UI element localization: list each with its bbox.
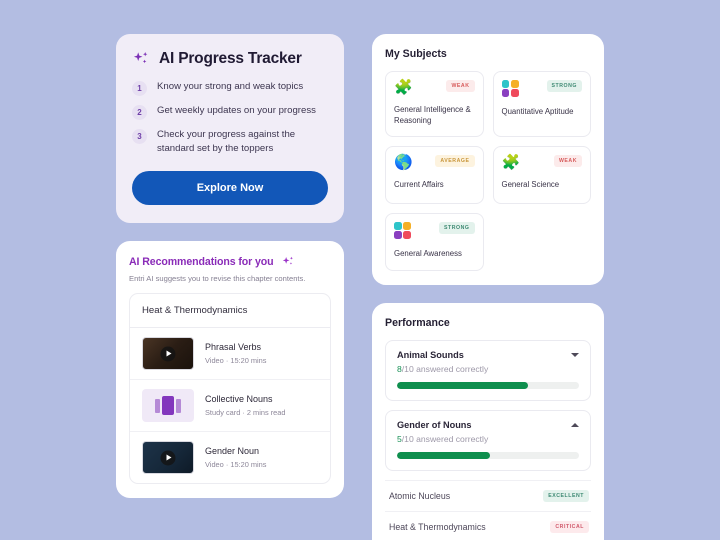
status-badge: WEAK bbox=[553, 154, 582, 167]
performance-panel: Performance Animal Sounds 8/10 answered … bbox=[372, 302, 604, 540]
score-suffix: /10 answered correctly bbox=[401, 363, 489, 374]
performance-title: Performance bbox=[385, 316, 450, 329]
status-badge: CRITICAL bbox=[550, 520, 589, 533]
step-number: 2 bbox=[132, 105, 147, 120]
chapter-title: Heat & Thermodynamics bbox=[130, 294, 330, 329]
tracker-title: AI Progress Tracker bbox=[159, 50, 302, 67]
progress-bar-track bbox=[397, 381, 579, 389]
tracker-step: 2 Get weekly updates on your progress bbox=[132, 104, 328, 120]
performance-score: 8/10 answered correctly bbox=[397, 364, 579, 374]
color-grid-icon bbox=[394, 221, 411, 239]
subject-card-top: 🧩 WEAK bbox=[394, 80, 475, 95]
performance-expanded-card[interactable]: Animal Sounds 8/10 answered correctly bbox=[385, 339, 591, 401]
chevron-down-icon[interactable] bbox=[571, 352, 579, 357]
step-number: 1 bbox=[132, 81, 147, 96]
sparkle-icon bbox=[281, 255, 295, 269]
progress-bar-track bbox=[397, 451, 579, 459]
recommendation-text: Phrasal Verbs Video · 15:20 mins bbox=[205, 342, 267, 365]
performance-card-header[interactable]: Gender of Nouns bbox=[397, 420, 579, 430]
performance-score: 5/10 answered correctly bbox=[397, 434, 579, 444]
status-badge: AVERAGE bbox=[435, 154, 475, 167]
recommendations-list: Heat & Thermodynamics Phrasal Verbs Vide… bbox=[129, 293, 331, 485]
subject-name: Quantitative Aptitude bbox=[501, 107, 574, 116]
step-number: 3 bbox=[132, 129, 147, 144]
app-root: AI Progress Tracker 1 Know your strong a… bbox=[0, 0, 720, 540]
card-left-shape bbox=[155, 398, 160, 413]
step-text: Know your strong and weak topics bbox=[157, 81, 304, 92]
card-center-shape bbox=[162, 396, 174, 416]
right-column: My Subjects 🧩 WEAK General Intelligence … bbox=[372, 34, 604, 540]
recommendation-item[interactable]: Collective Nouns Study card · 2 mins rea… bbox=[130, 380, 330, 433]
subject-card-top: 🌎 AVERAGE bbox=[394, 153, 475, 171]
performance-card-header[interactable]: Animal Sounds bbox=[397, 350, 579, 360]
progress-bar-fill bbox=[397, 381, 529, 389]
play-icon bbox=[160, 450, 176, 466]
subject-name: General Intelligence & Reasoning bbox=[394, 105, 471, 125]
recommendation-text: Gender Noun Video · 15:20 mins bbox=[205, 446, 267, 469]
video-thumbnail[interactable] bbox=[142, 337, 194, 371]
my-subjects-title: My Subjects bbox=[385, 48, 447, 60]
recommendation-meta: Video · 15:20 mins bbox=[205, 356, 267, 366]
step-text: Get weekly updates on your progress bbox=[157, 105, 316, 116]
subject-name: General Awareness bbox=[394, 248, 462, 258]
subject-card-top: STRONG bbox=[501, 80, 582, 97]
color-grid-icon bbox=[501, 80, 519, 97]
subjects-grid: 🧩 WEAK General Intelligence & Reasoning … bbox=[385, 71, 591, 271]
performance-topic-name: Heat & Thermodynamics bbox=[389, 521, 486, 532]
sparkle-icon bbox=[132, 50, 150, 68]
progress-bar-fill bbox=[397, 451, 490, 459]
ai-progress-tracker-card: AI Progress Tracker 1 Know your strong a… bbox=[116, 34, 344, 224]
score-suffix: /10 answered correctly bbox=[401, 433, 489, 444]
performance-row[interactable]: Heat & Thermodynamics CRITICAL bbox=[385, 510, 591, 540]
recommendation-item[interactable]: Gender Noun Video · 15:20 mins bbox=[130, 432, 330, 483]
recommendation-meta: Video · 15:20 mins bbox=[205, 460, 267, 470]
ai-recommendations-card: AI Recommendations for you Entri AI sugg… bbox=[116, 241, 344, 499]
subject-name: Current Affairs bbox=[394, 179, 444, 189]
tracker-steps-list: 1 Know your strong and weak topics 2 Get… bbox=[132, 80, 328, 155]
recommendations-header: AI Recommendations for you bbox=[129, 255, 331, 269]
subject-card[interactable]: 🧩 WEAK General Science bbox=[492, 145, 591, 204]
recommendations-subtitle: Entri AI suggests you to revise this cha… bbox=[129, 274, 306, 284]
recommendation-item[interactable]: Phrasal Verbs Video · 15:20 mins bbox=[130, 328, 330, 381]
status-badge: STRONG bbox=[439, 221, 475, 234]
globe-icon: 🌎 bbox=[394, 153, 413, 171]
performance-row[interactable]: Atomic Nucleus EXCELLENT bbox=[385, 479, 591, 511]
tracker-step: 3 Check your progress against the standa… bbox=[132, 128, 328, 155]
puzzle-piece-icon: 🧩 bbox=[394, 79, 413, 96]
subject-card[interactable]: STRONG General Awareness bbox=[385, 212, 484, 271]
status-badge: STRONG bbox=[546, 80, 582, 92]
subject-card[interactable]: 🌎 AVERAGE Current Affairs bbox=[385, 145, 484, 204]
play-icon bbox=[160, 346, 176, 362]
recommendation-title: Collective Nouns bbox=[205, 394, 273, 405]
recommendation-title: Phrasal Verbs bbox=[205, 342, 262, 353]
step-text: Check your progress against the standard… bbox=[157, 129, 296, 154]
performance-topic-name: Animal Sounds bbox=[397, 349, 464, 360]
subject-card[interactable]: STRONG Quantitative Aptitude bbox=[492, 71, 591, 137]
card-right-shape bbox=[176, 398, 181, 413]
puzzle-piece-icon: 🧩 bbox=[501, 153, 521, 171]
tracker-step: 1 Know your strong and weak topics bbox=[132, 80, 328, 96]
explore-now-button[interactable]: Explore Now bbox=[132, 171, 328, 206]
study-card-thumbnail[interactable] bbox=[142, 389, 194, 423]
left-column: AI Progress Tracker 1 Know your strong a… bbox=[116, 34, 344, 506]
my-subjects-panel: My Subjects 🧩 WEAK General Intelligence … bbox=[372, 34, 604, 285]
status-badge: WEAK bbox=[446, 80, 475, 92]
status-badge: EXCELLENT bbox=[543, 489, 589, 502]
subject-card-top: 🧩 WEAK bbox=[501, 153, 582, 171]
performance-topic-name: Atomic Nucleus bbox=[389, 490, 451, 501]
tracker-header: AI Progress Tracker bbox=[132, 50, 328, 68]
recommendation-title: Gender Noun bbox=[205, 446, 260, 457]
subject-card-top: STRONG bbox=[394, 221, 475, 239]
performance-topic-name: Gender of Nouns bbox=[397, 419, 472, 430]
video-thumbnail[interactable] bbox=[142, 441, 194, 475]
subject-card[interactable]: 🧩 WEAK General Intelligence & Reasoning bbox=[385, 71, 484, 137]
recommendations-title: AI Recommendations for you bbox=[129, 256, 274, 269]
performance-expanded-card[interactable]: Gender of Nouns 5/10 answered correctly bbox=[385, 409, 591, 471]
recommendation-text: Collective Nouns Study card · 2 mins rea… bbox=[205, 394, 286, 417]
subject-name: General Science bbox=[501, 179, 560, 189]
chevron-up-icon[interactable] bbox=[571, 422, 579, 427]
recommendation-meta: Study card · 2 mins read bbox=[205, 408, 286, 418]
